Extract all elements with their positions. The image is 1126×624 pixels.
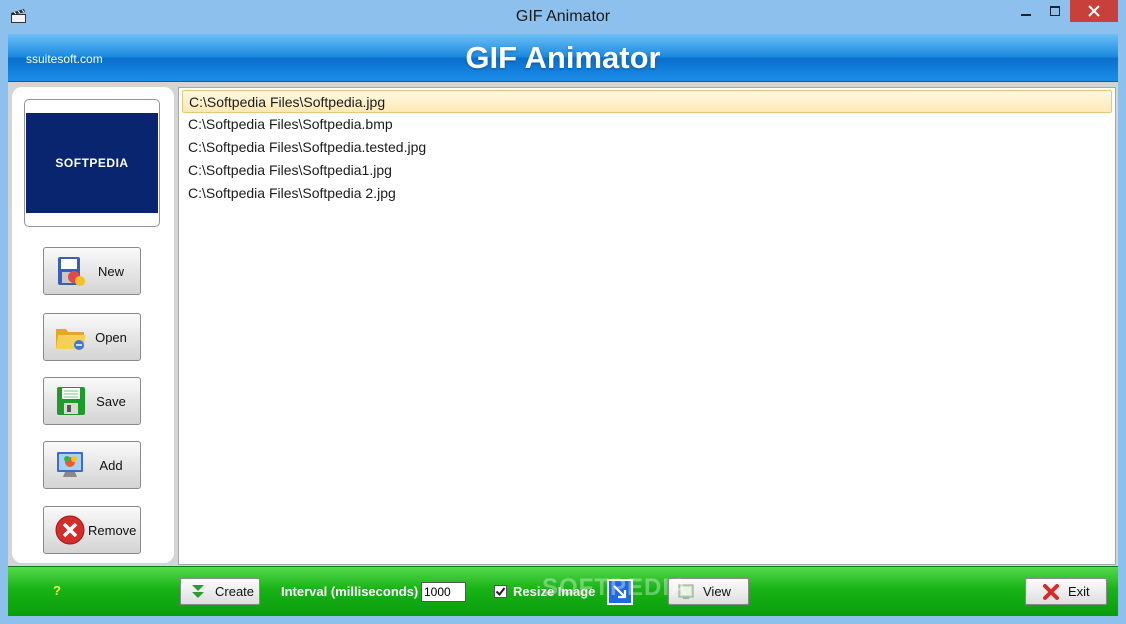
file-list-item[interactable]: C:\Softpedia Files\Softpedia.jpg (182, 90, 1112, 113)
title-bar: GIF Animator (0, 0, 1126, 34)
new-button[interactable]: New (43, 247, 141, 295)
exit-button-label: Exit (1068, 584, 1090, 599)
add-button[interactable]: Add (43, 441, 141, 489)
file-list-item[interactable]: C:\Softpedia Files\Softpedia1.jpg (182, 159, 1112, 182)
window-title: GIF Animator (515, 8, 611, 25)
double-arrow-down-icon (192, 584, 204, 598)
minimize-icon (1021, 14, 1031, 16)
view-image-icon (678, 584, 694, 599)
open-button-label: Open (95, 329, 127, 345)
header-banner: ssuitesoft.com GIF Animator (8, 34, 1118, 82)
close-icon (1088, 5, 1100, 17)
resize-arrow-icon (613, 585, 627, 599)
exit-x-icon (1043, 583, 1059, 600)
resize-image-checkbox[interactable] (494, 585, 507, 598)
maximize-icon (1050, 6, 1060, 16)
maximize-button[interactable] (1041, 0, 1069, 22)
file-list-item[interactable]: C:\Softpedia Files\Softpedia.bmp (182, 113, 1112, 136)
create-button[interactable]: Create (180, 578, 260, 605)
preview-image: SOFTPEDIA (26, 113, 158, 213)
remove-button-label: Remove (88, 522, 137, 538)
remove-icon (55, 515, 85, 545)
view-button-label: View (703, 584, 731, 599)
preview-logo-text: SOFTPEDIA (55, 156, 129, 170)
checkmark-icon (495, 587, 506, 597)
folder-open-icon (56, 329, 86, 350)
floppy-disk-icon (57, 387, 85, 415)
minimize-button[interactable] (1012, 0, 1040, 22)
create-button-label: Create (215, 584, 255, 599)
file-list-item[interactable]: C:\Softpedia Files\Softpedia 2.jpg (182, 182, 1112, 205)
resize-image-button[interactable] (607, 579, 633, 605)
help-button[interactable]: ? (53, 583, 61, 598)
new-button-label: New (97, 263, 124, 279)
new-file-icon (58, 257, 85, 286)
image-preview: SOFTPEDIA (24, 99, 160, 227)
resize-image-label: Resize Image (513, 584, 596, 599)
view-button[interactable]: View (668, 578, 749, 605)
close-window-button[interactable] (1070, 0, 1118, 22)
add-button-label: Add (99, 457, 123, 473)
interval-input[interactable] (421, 582, 466, 602)
remove-button[interactable]: Remove (43, 506, 141, 554)
save-button-label: Save (96, 393, 126, 409)
interval-label: Interval (milliseconds) (281, 584, 419, 599)
add-image-icon (57, 452, 83, 477)
save-button[interactable]: Save (43, 377, 141, 425)
exit-button[interactable]: Exit (1025, 578, 1107, 605)
file-list-item[interactable]: C:\Softpedia Files\Softpedia.tested.jpg (182, 136, 1112, 159)
open-button[interactable]: Open (43, 313, 141, 361)
app-heading: GIF Animator (465, 40, 661, 75)
file-list[interactable]: C:\Softpedia Files\Softpedia.jpg C:\Softp… (178, 87, 1116, 565)
